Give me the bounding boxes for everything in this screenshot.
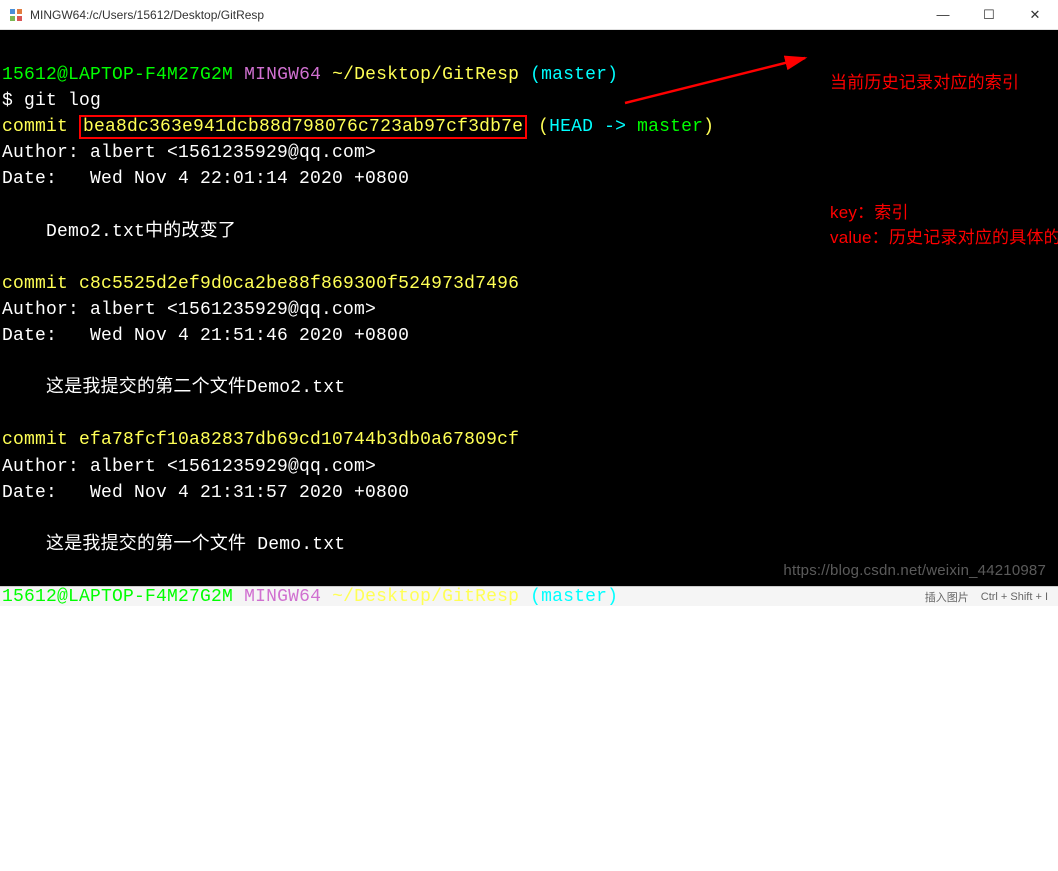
prompt-branch: (master) xyxy=(530,65,618,85)
prompt-symbol: $ xyxy=(2,613,24,633)
terminal-output[interactable]: 15612@LAPTOP-F4M27G2M MINGW64 ~/Desktop/… xyxy=(0,30,1058,586)
commit-author: Author: albert <1561235929@qq.com> xyxy=(2,300,376,320)
head-open: ( xyxy=(527,117,549,137)
prompt-branch: (master) xyxy=(530,587,618,607)
prompt-user-host: 15612@LAPTOP-F4M27G2M xyxy=(2,65,233,85)
commit-message: 这是我提交的第一个文件 Demo.txt xyxy=(2,535,345,555)
status-insert: 插入图片 xyxy=(925,589,969,605)
status-keys: Ctrl + Shift + I xyxy=(981,591,1048,603)
commit-message: 这是我提交的第二个文件Demo2.txt xyxy=(2,378,345,398)
window-titlebar: MINGW64:/c/Users/15612/Desktop/GitResp —… xyxy=(0,0,1058,30)
commit-hash-highlighted: bea8dc363e941dcb88d798076c723ab97cf3db7e xyxy=(79,115,527,139)
annotation-arrow xyxy=(620,48,820,108)
prompt-shell: MINGW64 xyxy=(244,587,321,607)
head-ref: HEAD -> xyxy=(549,117,637,137)
app-icon xyxy=(8,7,24,23)
annotation-value: value：历史记录对应的具体的内容 xyxy=(830,225,1050,251)
prompt-shell: MINGW64 xyxy=(244,65,321,85)
minimize-button[interactable]: — xyxy=(920,0,966,30)
commit-author: Author: albert <1561235929@qq.com> xyxy=(2,143,376,163)
head-close: ) xyxy=(703,117,714,137)
commit-date: Date: Wed Nov 4 22:01:14 2020 +0800 xyxy=(2,169,409,189)
commit-date: Date: Wed Nov 4 21:51:46 2020 +0800 xyxy=(2,326,409,346)
prompt-symbol: $ xyxy=(2,91,24,111)
commit-author: Author: albert <1561235929@qq.com> xyxy=(2,457,376,477)
window-title: MINGW64:/c/Users/15612/Desktop/GitResp xyxy=(30,8,920,22)
annotation-top: 当前历史记录对应的索引 xyxy=(830,70,1050,96)
commit-message: Demo2.txt中的改变了 xyxy=(2,222,236,242)
command-text: git log xyxy=(24,91,101,111)
prompt-user-host: 15612@LAPTOP-F4M27G2M xyxy=(2,587,233,607)
commit-date: Date: Wed Nov 4 21:31:57 2020 +0800 xyxy=(2,483,409,503)
commit-label: commit xyxy=(2,274,79,294)
annotation-key: key：索引 xyxy=(830,200,1050,226)
commit-label: commit xyxy=(2,117,79,137)
maximize-button[interactable]: ☐ xyxy=(966,0,1012,30)
commit-label: commit xyxy=(2,430,79,450)
close-button[interactable]: ✕ xyxy=(1012,0,1058,30)
branch-ref: master xyxy=(637,117,703,137)
prompt-path: ~/Desktop/GitResp xyxy=(332,587,519,607)
watermark-text: https://blog.csdn.net/weixin_44210987 xyxy=(783,560,1046,582)
commit-hash: efa78fcf10a82837db69cd10744b3db0a67809cf xyxy=(79,430,519,450)
commit-hash: c8c5525d2ef9d0ca2be88f869300f524973d7496 xyxy=(79,274,519,294)
prompt-path: ~/Desktop/GitResp xyxy=(332,65,519,85)
terminal-cursor xyxy=(24,613,33,633)
